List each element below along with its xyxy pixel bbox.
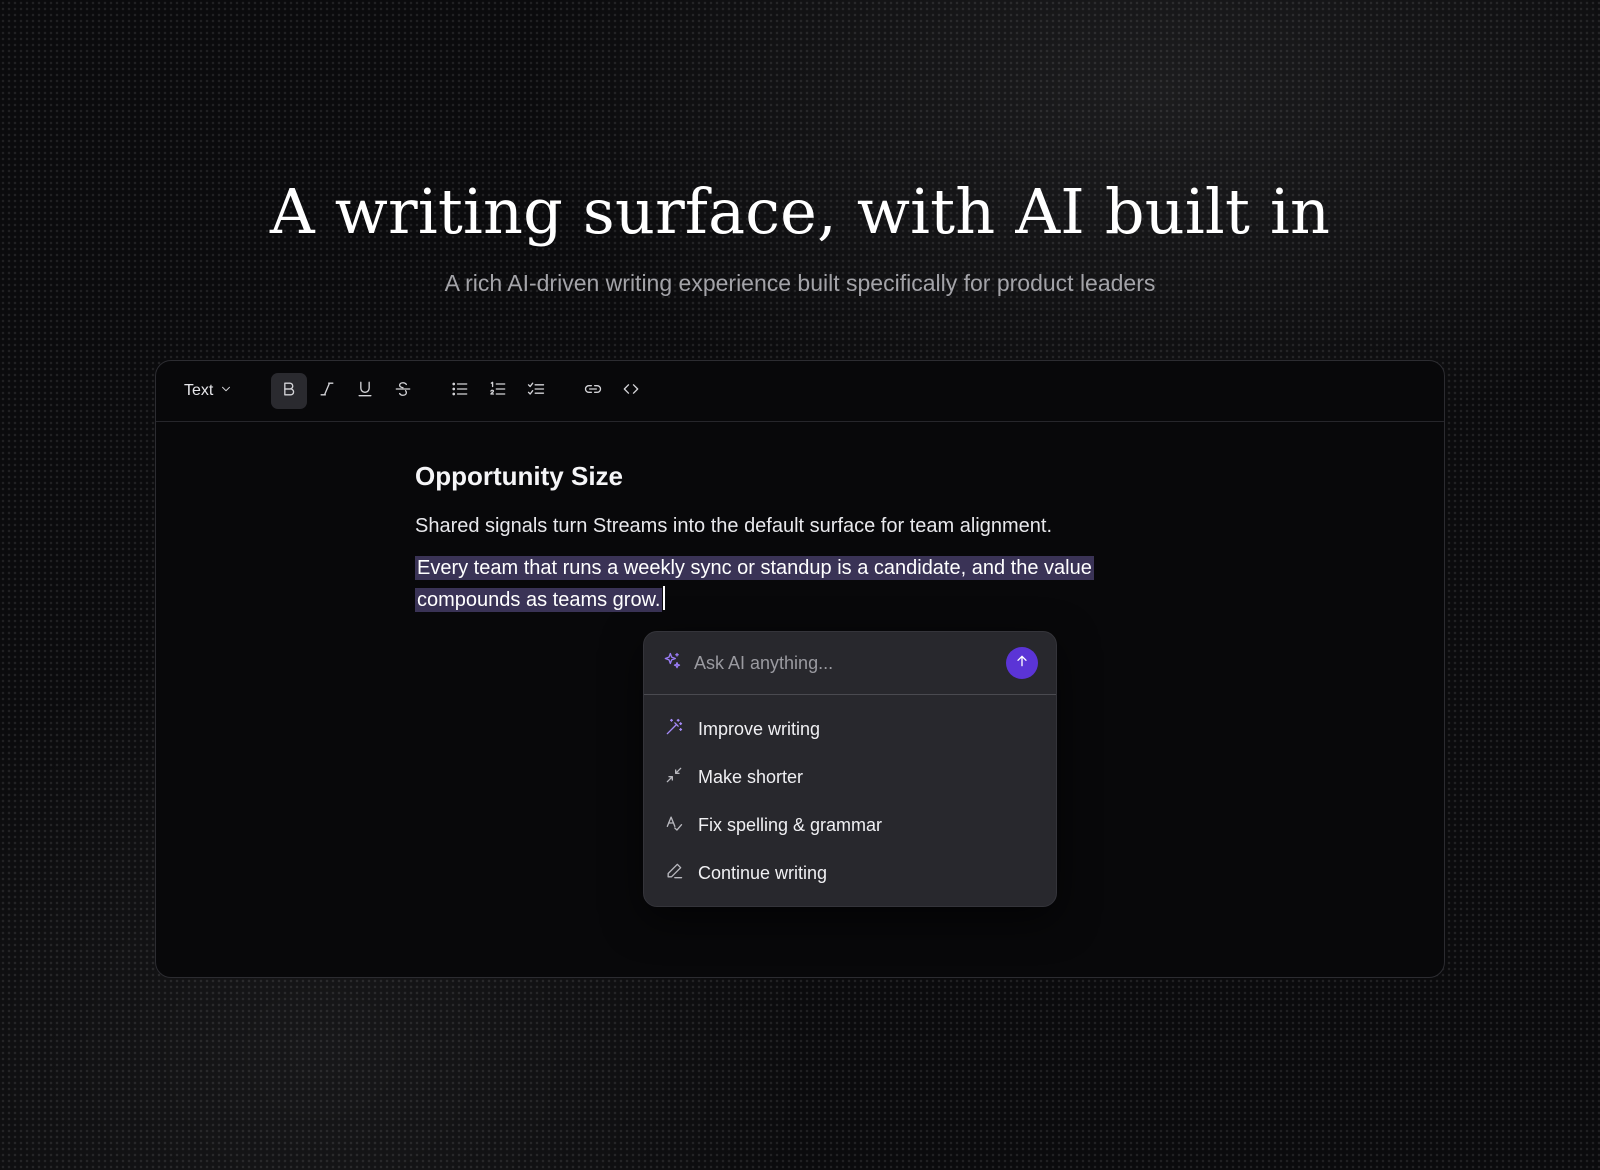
ai-action-continue-writing[interactable]: Continue writing (644, 849, 1056, 897)
ai-actions-menu: Improve writing Make shorter Fix spellin… (644, 695, 1056, 907)
sparkle-icon (662, 651, 682, 676)
link-icon (583, 379, 603, 404)
bullet-list-icon (450, 379, 470, 404)
arrow-up-icon (1014, 653, 1030, 674)
hero-subtitle: A rich AI-driven writing experience buil… (444, 270, 1156, 296)
hero-title: A writing surface, with AI built in (269, 175, 1331, 248)
underline-icon (355, 379, 375, 404)
strikethrough-icon (393, 379, 413, 404)
checklist-button[interactable] (518, 373, 554, 409)
ai-action-label: Continue writing (698, 862, 828, 883)
editor-toolbar: Text (156, 361, 1444, 422)
strikethrough-button[interactable] (385, 373, 421, 409)
code-icon (621, 379, 641, 404)
italic-button[interactable] (309, 373, 345, 409)
bold-icon (279, 379, 299, 404)
numbered-list-button[interactable] (480, 373, 516, 409)
magic-wand-icon (664, 717, 684, 742)
underline-button[interactable] (347, 373, 383, 409)
ai-assistant-popup: Improve writing Make shorter Fix spellin… (643, 631, 1057, 907)
selected-text[interactable]: Every team that runs a weekly sync or st… (415, 556, 1094, 612)
link-button[interactable] (575, 373, 611, 409)
chevron-down-icon (219, 382, 233, 401)
minimize-arrows-icon (664, 765, 684, 790)
selected-paragraph[interactable]: Every team that runs a weekly sync or st… (415, 552, 1175, 616)
checklist-icon (526, 379, 546, 404)
italic-icon (317, 379, 337, 404)
numbered-list-icon (488, 379, 508, 404)
document-content[interactable]: Opportunity Size Shared signals turn Str… (415, 461, 1175, 626)
ai-prompt-input[interactable] (692, 651, 1006, 675)
ai-action-improve-writing[interactable]: Improve writing (644, 705, 1056, 753)
pencil-icon (664, 861, 684, 886)
text-style-dropdown[interactable]: Text (180, 373, 248, 409)
ai-action-label: Fix spelling & grammar (698, 814, 883, 835)
text-style-label: Text (184, 382, 214, 399)
send-button[interactable] (1006, 647, 1038, 679)
editor-panel: Text Opportunity Size Shared signals tur… (155, 360, 1445, 978)
ai-input-row (644, 632, 1056, 695)
ai-action-label: Make shorter (698, 766, 804, 787)
ai-action-make-shorter[interactable]: Make shorter (644, 753, 1056, 801)
text-caret (663, 586, 666, 610)
code-button[interactable] (613, 373, 649, 409)
spell-check-icon (664, 813, 684, 838)
document-heading[interactable]: Opportunity Size (415, 461, 1175, 492)
ai-action-fix-spelling[interactable]: Fix spelling & grammar (644, 801, 1056, 849)
document-paragraph[interactable]: Shared signals turn Streams into the def… (415, 510, 1175, 542)
ai-action-label: Improve writing (698, 718, 821, 739)
bullet-list-button[interactable] (442, 373, 478, 409)
bold-button[interactable] (271, 373, 307, 409)
